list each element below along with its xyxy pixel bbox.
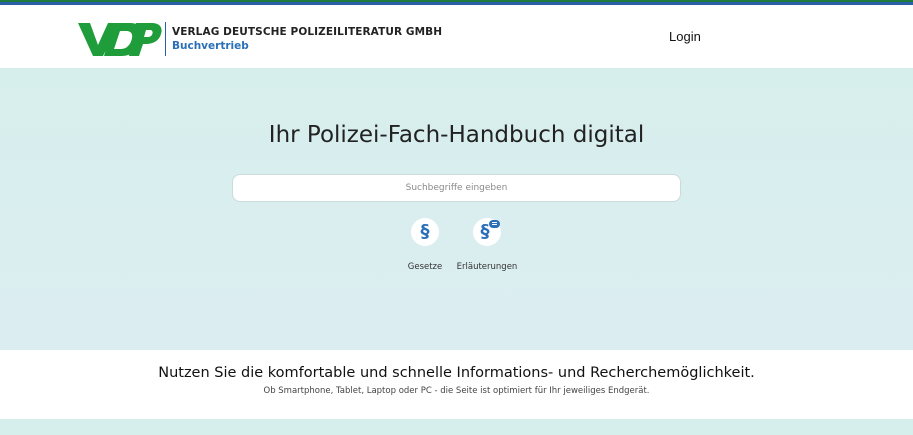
login-link[interactable]: Login (669, 29, 701, 44)
category-label: Gesetze (407, 262, 443, 272)
site-header: VERLAG DEUTSCHE POLIZEILITERATUR GMBH Bu… (0, 5, 913, 68)
category-erlaeuterungen[interactable]: § Erläuterungen (452, 218, 522, 272)
logo-company-name: VERLAG DEUTSCHE POLIZEILITERATUR GMBH (172, 26, 443, 38)
vdp-logo-icon (78, 22, 162, 56)
footer-band (0, 419, 913, 435)
info-section: Nutzen Sie die komfortable und schnelle … (0, 350, 913, 419)
vdp-logo[interactable]: VERLAG DEUTSCHE POLIZEILITERATUR GMBH Bu… (78, 19, 442, 59)
search-input[interactable] (232, 174, 681, 202)
logo-divider (165, 22, 166, 56)
category-label: Erläuterungen (456, 262, 518, 272)
hero-section: Ihr Polizei-Fach-Handbuch digital § Gese… (0, 68, 913, 350)
logo-text: VERLAG DEUTSCHE POLIZEILITERATUR GMBH Bu… (172, 25, 442, 53)
paragraph-icon: § (411, 218, 439, 246)
page-title: Ihr Polizei-Fach-Handbuch digital (268, 122, 645, 148)
info-title: Nutzen Sie die komfortable und schnelle … (158, 365, 755, 381)
category-gesetze[interactable]: § Gesetze (390, 218, 460, 272)
info-subtitle: Ob Smartphone, Tablet, Laptop oder PC - … (263, 386, 650, 396)
paragraph-comment-icon: § (473, 218, 501, 246)
logo-subtitle: Buchvertrieb (172, 40, 249, 52)
